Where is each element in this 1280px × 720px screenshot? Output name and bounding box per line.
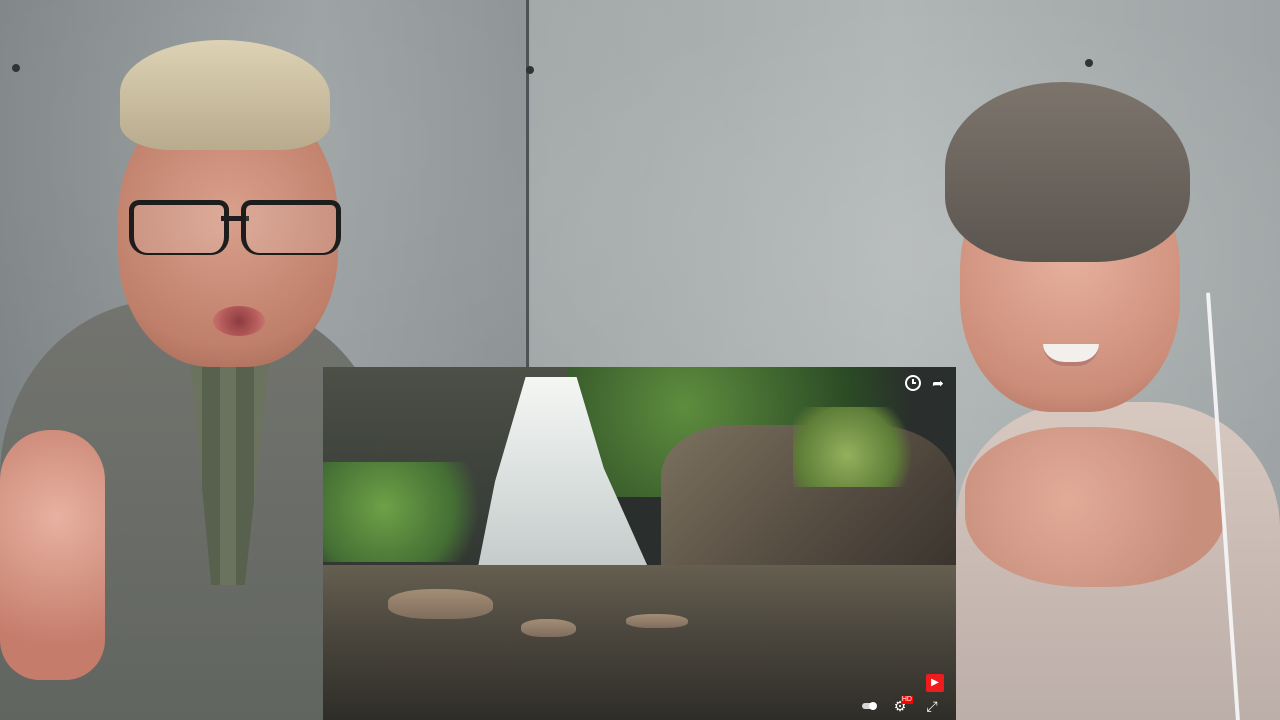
toggle-icon[interactable] <box>862 702 877 710</box>
left-participant-mouth <box>213 306 265 336</box>
moss-left <box>323 462 498 562</box>
youtube-icon[interactable]: ▶ <box>926 674 944 692</box>
glasses-icon <box>129 200 341 255</box>
stream-water <box>323 565 956 720</box>
right-participant-hair <box>945 82 1190 262</box>
share-icon[interactable]: ➦ <box>930 375 946 391</box>
left-lens <box>129 200 229 255</box>
video-top-actions: ➦ <box>905 375 946 391</box>
right-participant-hands <box>965 427 1225 587</box>
left-participant-hand <box>0 430 105 680</box>
stream-rock <box>521 619 576 637</box>
settings-icon[interactable]: ⚙ HD <box>892 696 913 714</box>
stream-rock <box>388 589 493 619</box>
video-controls: ⚙ HD ⤢ <box>862 696 940 714</box>
right-lens <box>241 200 341 255</box>
quality-badge: HD <box>900 696 913 704</box>
wall-bolt <box>526 66 534 74</box>
embedded-video-player[interactable]: ➦ ▶ ⚙ HD ⤢ <box>323 367 956 720</box>
stream-rock <box>626 614 688 628</box>
video-call-scene: ➦ ▶ ⚙ HD ⤢ <box>0 0 1280 720</box>
clock-icon[interactable] <box>905 375 921 391</box>
waterfall-video-frame <box>323 367 956 720</box>
rock-grass <box>793 407 913 487</box>
right-participant <box>930 82 1280 720</box>
wall-bolt <box>1085 59 1093 67</box>
left-participant-hair <box>120 40 330 150</box>
wall-seam <box>526 0 529 370</box>
fullscreen-icon[interactable]: ⤢ <box>924 698 940 714</box>
